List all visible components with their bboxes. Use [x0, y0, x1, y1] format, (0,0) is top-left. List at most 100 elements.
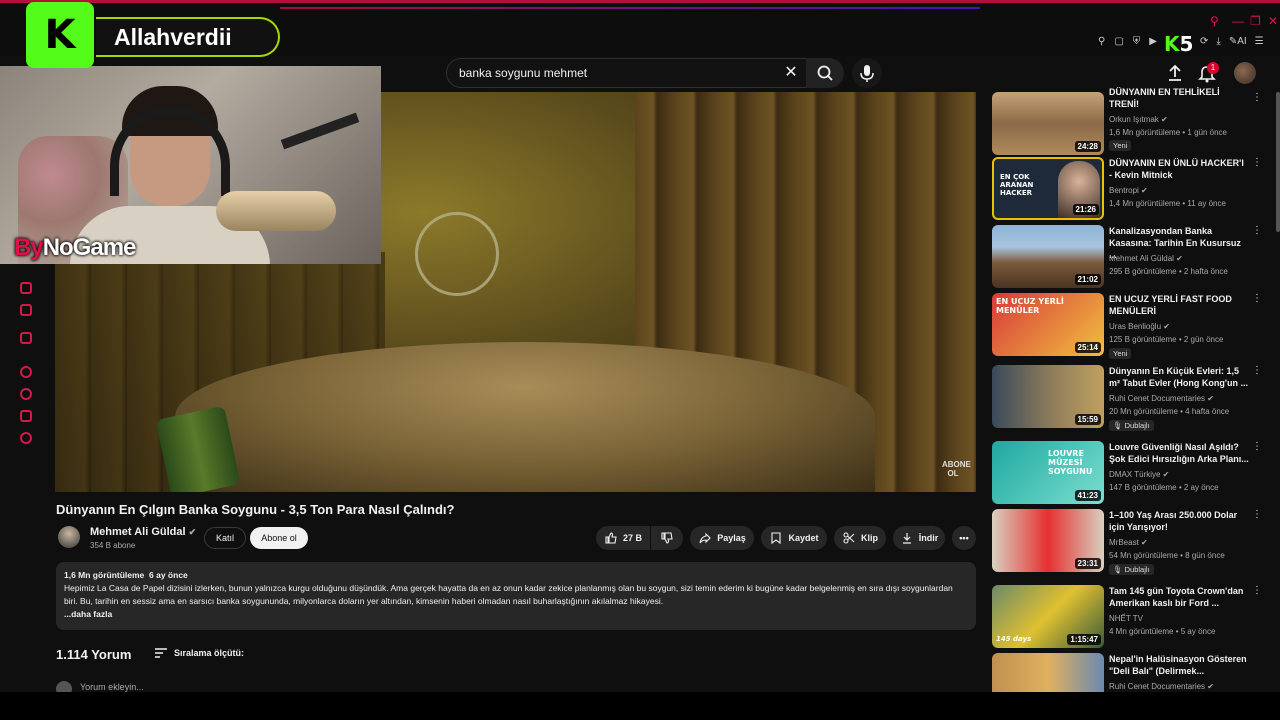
clip-button[interactable]: Klip	[834, 526, 886, 550]
recommendation-title[interactable]: DÜNYANIN EN TEHLİKELİ TRENİ!	[1109, 86, 1249, 110]
recommendation-channel[interactable]: Bentropi ✔	[1109, 186, 1148, 195]
recommendation-channel[interactable]: Orkun Işıtmak ✔	[1109, 115, 1168, 124]
video-description[interactable]: 1,6 Mn görüntüleme 6 ay önce Hepimiz La …	[56, 562, 976, 630]
subscriber-count: 354 B abone	[90, 541, 136, 550]
recommendation-item[interactable]: LOUVRE MÜZESİ SOYGUNU 41:23 Louvre Güven…	[992, 441, 1262, 505]
video-duration: 15:59	[1074, 414, 1101, 425]
recommendation-item[interactable]: 145 days 1:15:47 Tam 145 gün Toyota Crow…	[992, 585, 1262, 649]
clear-search-icon[interactable]: ✕	[780, 62, 802, 84]
channel-avatar[interactable]	[58, 526, 80, 548]
rail-icon[interactable]	[20, 304, 32, 316]
recommendation-channel[interactable]: NHẾT TV	[1109, 614, 1143, 623]
recommendation-title[interactable]: Dünyanın En Küçük Evleri: 1,5 m² Tabut E…	[1109, 365, 1249, 389]
more-vertical-icon[interactable]: ⋮	[1252, 157, 1262, 168]
recommendation-title[interactable]: EN UCUZ YERLİ FAST FOOD MENÜLERİ	[1109, 293, 1249, 317]
more-vertical-icon[interactable]: ⋮	[1252, 225, 1262, 236]
close-icon[interactable]: ✕	[1268, 14, 1278, 28]
more-vertical-icon[interactable]: ⋮	[1252, 293, 1262, 304]
sort-comments-button[interactable]: Sıralama ölçütü:	[154, 647, 244, 659]
video-duration: 23:31	[1074, 558, 1101, 569]
recommendation-title[interactable]: Tam 145 gün Toyota Crown'dan Amerikan ka…	[1109, 585, 1249, 609]
video-thumbnail[interactable]: EN ÇOK ARANAN HACKER 21:26	[992, 157, 1104, 220]
video-thumbnail[interactable]: LOUVRE MÜZESİ SOYGUNU 41:23	[992, 441, 1104, 504]
recommendation-channel[interactable]: Ruhi Cenet Documentaries ✔	[1109, 394, 1214, 403]
shield-icon[interactable]: ⛨	[1133, 36, 1141, 47]
recommendation-channel[interactable]: MrBeast ✔	[1109, 538, 1148, 547]
dislike-button[interactable]	[651, 526, 683, 550]
video-thumbnail[interactable]: 15:59	[992, 365, 1104, 428]
more-vertical-icon[interactable]: ⋮	[1252, 92, 1262, 103]
recommendation-item[interactable]: 24:28 DÜNYANIN EN TEHLİKELİ TRENİ! Orkun…	[992, 87, 1262, 156]
recommendation-channel[interactable]: Mehmet Ali Güldal ✔	[1109, 254, 1183, 263]
recommendation-item[interactable]: Nepal'in Halüsinasyon Gösteren "Deli Bal…	[992, 653, 1262, 692]
bynogame-logo-text: NoGame	[42, 234, 137, 261]
subscribe-button[interactable]: Abone ol	[250, 527, 308, 549]
channel-name[interactable]: Mehmet Ali Güldal ✔	[90, 526, 196, 538]
pin-icon[interactable]: ⚲	[1098, 36, 1105, 47]
video-thumbnail[interactable]: 23:31	[992, 509, 1104, 572]
save-button[interactable]: Kaydet	[761, 526, 827, 550]
more-vertical-icon[interactable]: ⋮	[1252, 509, 1262, 520]
ext-icon[interactable]: ⟳	[1200, 36, 1208, 47]
recommendation-title[interactable]: DÜNYANIN EN ÜNLÜ HACKER'I - Kevin Mitnic…	[1109, 157, 1249, 181]
video-duration: 21:02	[1074, 274, 1101, 285]
thumbs-down-icon	[661, 532, 673, 544]
video-thumbnail[interactable]: 21:02	[992, 225, 1104, 288]
more-vertical-icon[interactable]: ⋮	[1252, 585, 1262, 596]
more-vertical-icon[interactable]: ⋮	[1252, 365, 1262, 376]
recommendation-title[interactable]: 1–100 Yaş Arası 250.000 Dolar için Yarış…	[1109, 509, 1249, 533]
add-comment-input[interactable]: Yorum ekleyin...	[80, 682, 144, 692]
recommendation-item[interactable]: 23:31 1–100 Yaş Arası 250.000 Dolar için…	[992, 509, 1262, 575]
recommendation-item[interactable]: 15:59 Dünyanın En Küçük Evleri: 1,5 m² T…	[992, 365, 1262, 431]
recommendation-channel[interactable]: Uras Benlioğlu ✔	[1109, 322, 1170, 331]
twitch-icon[interactable]	[20, 332, 32, 344]
share-button[interactable]: Paylaş	[690, 526, 754, 550]
dubbed-badge: 🎙 Dublajlı	[1109, 564, 1154, 575]
subscribe-watermark[interactable]: ABONE OL	[942, 460, 971, 478]
create-button[interactable]	[1164, 62, 1186, 84]
thumbnail-text: LOUVRE MÜZESİ SOYGUNU	[1048, 449, 1093, 476]
video-thumbnail[interactable]: 24:28	[992, 92, 1104, 155]
sidebar-scrollbar[interactable]	[1276, 92, 1280, 232]
search-icon	[817, 65, 833, 81]
account-avatar[interactable]	[1234, 62, 1256, 84]
more-actions-button[interactable]: •••	[952, 526, 976, 550]
video-duration: 41:23	[1074, 490, 1101, 501]
show-more-link[interactable]: ...daha fazla	[64, 608, 968, 621]
video-thumbnail[interactable]: 145 days 1:15:47	[992, 585, 1104, 648]
play-icon[interactable]: ▶	[1149, 36, 1157, 47]
search-input[interactable]: banka soygunu mehmet	[446, 58, 808, 88]
clock-icon[interactable]	[20, 388, 32, 400]
verified-icon: ✔	[1141, 186, 1148, 195]
menu-icon[interactable]: ☰	[1255, 36, 1264, 47]
recommendation-item[interactable]: EN ÇOK ARANAN HACKER 21:26 DÜNYANIN EN Ü…	[992, 157, 1262, 221]
recommendation-item[interactable]: EN UCUZ YERLİ MENÜLER 25:14 EN UCUZ YERL…	[992, 293, 1262, 359]
recommendation-item[interactable]: 21:02 Kanalizasyondan Banka Kasasına: Ta…	[992, 225, 1262, 289]
ai-icon[interactable]: ✎AI	[1229, 36, 1247, 47]
settings-icon[interactable]	[20, 432, 32, 444]
voice-search-button[interactable]	[852, 58, 882, 88]
bynogame-logo-prefix: By	[14, 234, 44, 261]
minimize-icon[interactable]: —	[1232, 14, 1244, 28]
more-horizontal-icon: •••	[959, 533, 969, 543]
tab-icon[interactable]: ▢	[1114, 36, 1123, 47]
search-icon-window[interactable]: ⚲	[1210, 14, 1219, 28]
download-button[interactable]: İndir	[893, 526, 945, 550]
rail-icon[interactable]	[20, 366, 32, 378]
join-button[interactable]: Katıl	[204, 527, 246, 549]
rail-icon[interactable]	[20, 410, 32, 422]
like-button[interactable]: 27 B	[596, 526, 650, 550]
search-button[interactable]	[806, 58, 844, 88]
video-thumbnail[interactable]	[992, 653, 1104, 692]
microphone-icon	[860, 65, 874, 82]
recommendation-channel[interactable]: Ruhi Cenet Documentaries ✔	[1109, 682, 1214, 691]
maximize-icon[interactable]: ❐	[1250, 14, 1261, 28]
recommendation-title[interactable]: Nepal'in Halüsinasyon Gösteren "Deli Bal…	[1109, 653, 1249, 677]
bookmark-icon	[771, 532, 782, 545]
download-icon[interactable]: ⤓	[1216, 36, 1220, 47]
recommendation-channel[interactable]: DMAX Türkiye ✔	[1109, 470, 1169, 479]
recommendation-title[interactable]: Louvre Güvenliği Nasıl Aşıldı? Şok Edici…	[1109, 441, 1249, 465]
video-thumbnail[interactable]: EN UCUZ YERLİ MENÜLER 25:14	[992, 293, 1104, 356]
rail-icon[interactable]	[20, 282, 32, 294]
more-vertical-icon[interactable]: ⋮	[1252, 441, 1262, 452]
